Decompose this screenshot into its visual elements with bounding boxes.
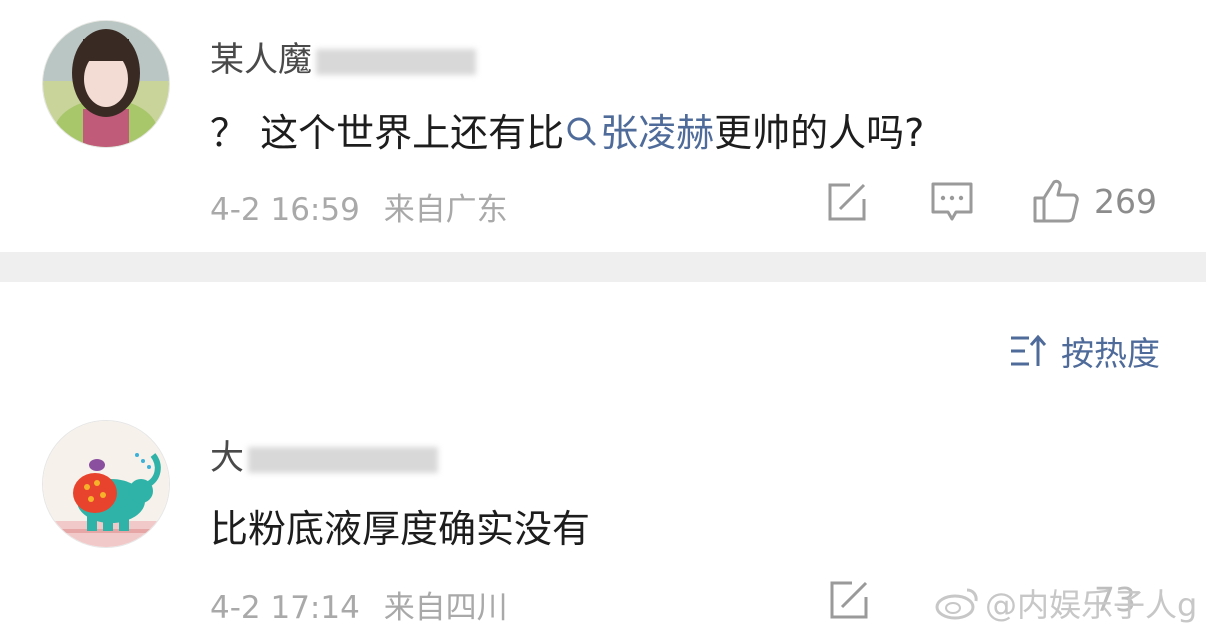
username[interactable]: 某人魔: [210, 32, 476, 81]
redacted-name: [316, 48, 476, 75]
comment-location: 来自四川: [383, 590, 508, 626]
username-text[interactable]: 大: [210, 438, 244, 478]
thumbs-up-icon: [1033, 179, 1079, 223]
like-button[interactable]: 269: [1032, 178, 1157, 224]
comment-text-prefix: ？ 这个世界上还有比: [210, 111, 565, 155]
username-text[interactable]: 某人魔: [210, 40, 312, 80]
comment-location: 来自广东: [383, 192, 508, 228]
share-button[interactable]: [826, 181, 868, 223]
weibo-logo-icon: [935, 588, 978, 620]
redacted-name: [248, 446, 438, 473]
share-button[interactable]: [828, 579, 870, 621]
username[interactable]: 大: [210, 430, 438, 479]
comment-text: 比粉底液厚度确实没有: [210, 498, 590, 553]
comment-icon: [931, 182, 973, 221]
watermark-text: @内娱乐子人g: [985, 586, 1198, 624]
sort-label[interactable]: 按热度: [1061, 327, 1160, 375]
comment-text-content: 比粉底液厚度确实没有: [210, 507, 591, 551]
sort-by-hot-button[interactable]: 按热度: [1009, 327, 1160, 375]
comment-meta: 4-2 17:14 来自四川: [210, 582, 508, 627]
reply-button[interactable]: [930, 181, 974, 223]
section-divider: [0, 252, 1206, 282]
like-count: 269: [1094, 181, 1157, 221]
comment-time: 4-2 16:59: [210, 192, 360, 228]
topic-text[interactable]: 张凌赫: [600, 111, 714, 155]
comment-time: 4-2 17:14: [210, 590, 360, 626]
sort-icon: [1011, 334, 1047, 366]
topic-link[interactable]: 张凌赫: [564, 111, 714, 155]
comment-meta: 4-2 16:59 来自广东: [210, 184, 508, 229]
comment-text: ？ 这个世界上还有比 张凌赫更帅的人吗?: [210, 102, 924, 157]
search-icon: [567, 117, 596, 146]
watermark: @内娱乐子人g: [935, 580, 1197, 626]
share-icon: [830, 581, 868, 619]
share-icon: [828, 183, 866, 221]
comment-text-suffix: 更帅的人吗?: [714, 111, 925, 155]
avatar[interactable]: [42, 420, 170, 548]
avatar[interactable]: [42, 20, 170, 148]
